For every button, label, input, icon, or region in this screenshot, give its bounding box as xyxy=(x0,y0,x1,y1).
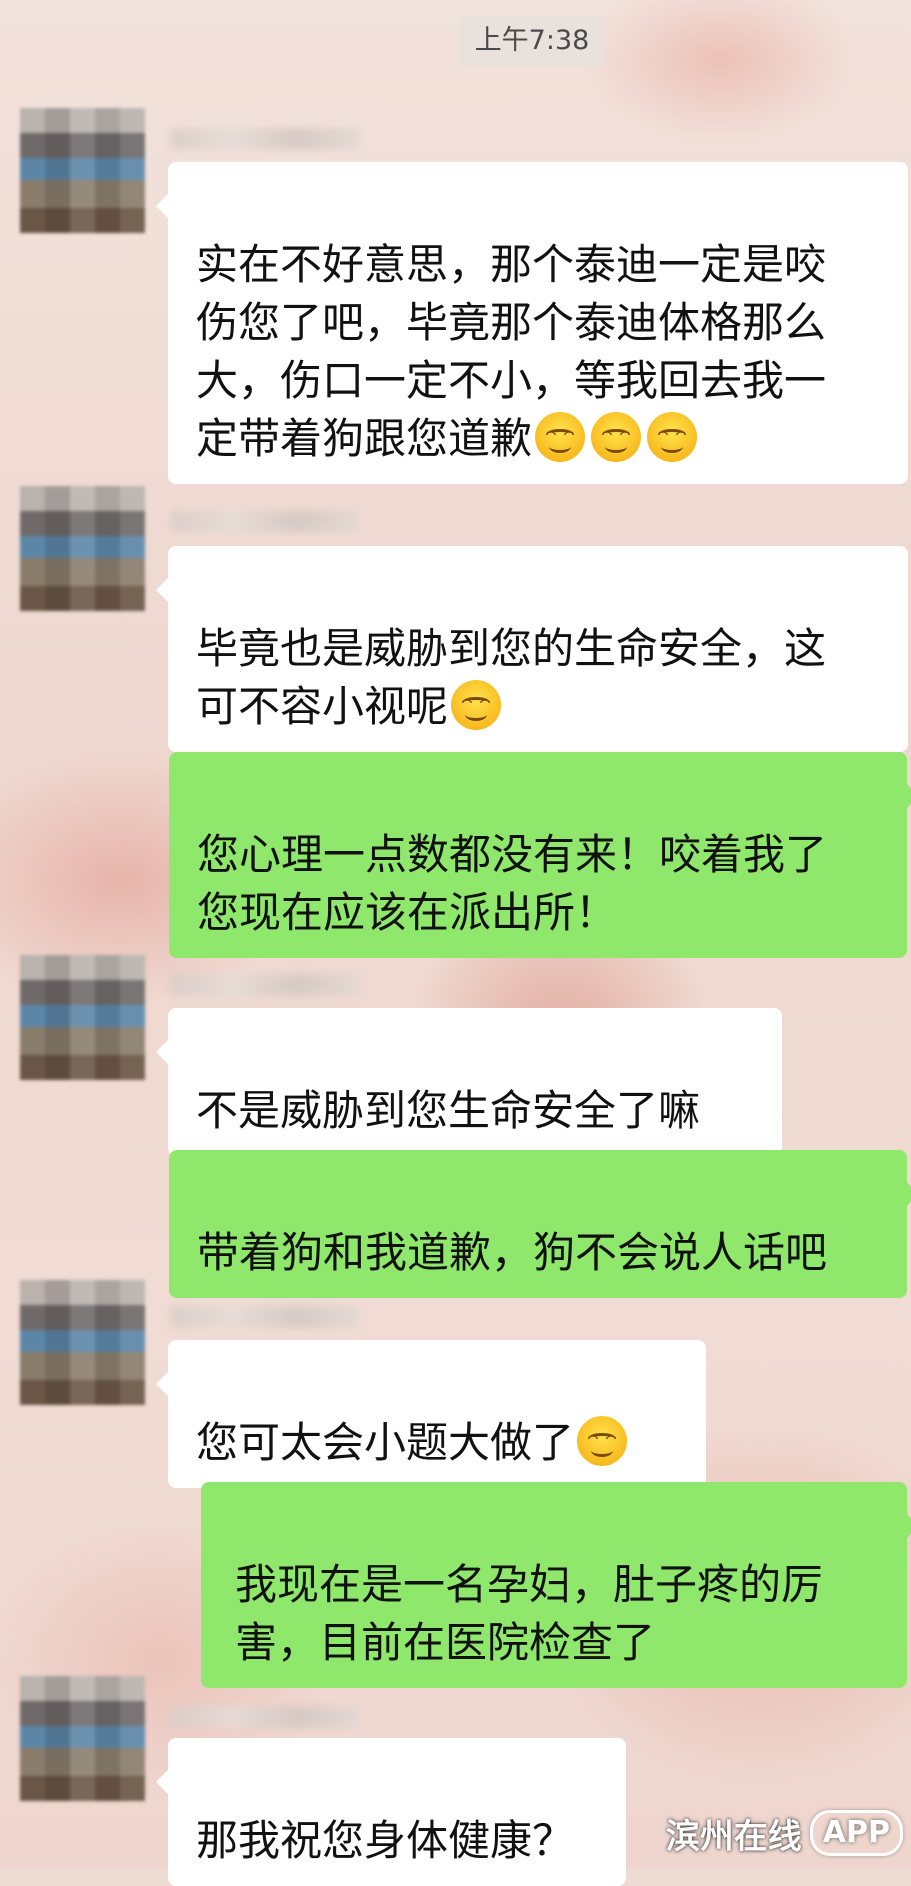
smile-emoji-icon xyxy=(591,412,642,462)
incoming-message-bubble[interactable]: 那我祝您身体健康？ xyxy=(156,1738,626,1886)
message-text: 您心理一点数都没有来！咬着我了 您现在应该在派出所！ xyxy=(197,830,828,937)
message-text: 不是威胁到您生命安全了嘛 xyxy=(196,1086,701,1135)
incoming-message-bubble[interactable]: 毕竟也是威胁到您的生命安全，这 可不容小视呢 xyxy=(156,546,908,752)
watermark: 滨州在线 APP xyxy=(666,1808,903,1858)
contact-avatar[interactable] xyxy=(20,1280,145,1405)
incoming-message-bubble[interactable]: 实在不好意思，那个泰迪一定是咬 伤您了吧，毕竟那个泰迪体格那么 大，伤口一定不小… xyxy=(156,162,908,484)
message-text: 实在不好意思，那个泰迪一定是咬 伤您了吧，毕竟那个泰迪体格那么 大，伤口一定不小… xyxy=(196,240,827,463)
contact-name-blurred xyxy=(170,1306,360,1328)
contact-name-blurred xyxy=(170,510,360,532)
watermark-app-badge: APP xyxy=(809,1810,903,1856)
message-text: 毕竟也是威胁到您的生命安全，这 可不容小视呢 xyxy=(196,624,827,731)
smile-emoji-icon xyxy=(535,412,586,462)
contact-name-blurred xyxy=(170,974,360,996)
outgoing-message-bubble[interactable]: 我现在是一名孕妇，肚子疼的厉 害，目前在医院检查了 xyxy=(201,1482,911,1688)
smile-emoji-icon xyxy=(451,680,502,730)
contact-name-blurred xyxy=(170,1706,360,1728)
smile-emoji-icon xyxy=(577,1416,628,1466)
contact-avatar[interactable] xyxy=(20,1676,145,1801)
message-text: 您可太会小题大做了 xyxy=(196,1418,575,1467)
contact-avatar[interactable] xyxy=(20,108,145,233)
outgoing-message-bubble[interactable]: 带着狗和我道歉，狗不会说人话吧 xyxy=(169,1150,911,1298)
contact-avatar[interactable] xyxy=(20,486,145,611)
watermark-brand: 滨州在线 xyxy=(665,1816,802,1857)
incoming-message-bubble[interactable]: 不是威胁到您生命安全了嘛 xyxy=(156,1008,782,1156)
smile-emoji-icon xyxy=(647,412,698,462)
message-text: 带着狗和我道歉，狗不会说人话吧 xyxy=(197,1228,828,1277)
incoming-message-bubble[interactable]: 您可太会小题大做了 xyxy=(156,1340,706,1488)
message-text: 那我祝您身体健康？ xyxy=(196,1816,575,1865)
contact-name-blurred xyxy=(170,128,360,150)
timestamp: 上午7:38 xyxy=(459,16,605,66)
contact-avatar[interactable] xyxy=(20,955,145,1080)
message-text: 我现在是一名孕妇，肚子疼的厉 害，目前在医院检查了 xyxy=(235,1560,824,1667)
outgoing-message-bubble[interactable]: 您心理一点数都没有来！咬着我了 您现在应该在派出所！ xyxy=(169,752,911,958)
